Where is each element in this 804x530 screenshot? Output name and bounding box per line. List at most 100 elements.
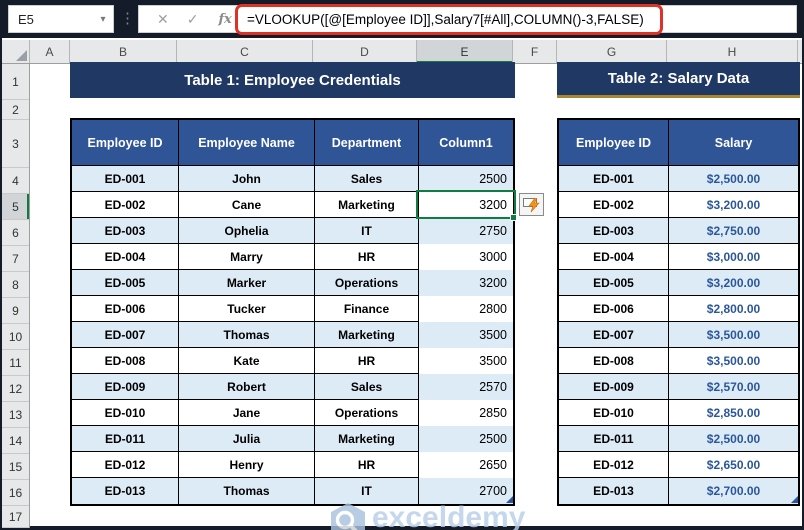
row-header-5[interactable]: 5 — [2, 194, 29, 220]
table1-header-employee-id[interactable]: Employee ID — [72, 120, 179, 166]
row-header-10[interactable]: 10 — [2, 324, 29, 350]
cell-H14[interactable]: $2,500.00 — [669, 426, 798, 452]
fill-handle[interactable] — [510, 214, 517, 221]
cell-H16[interactable]: $2,700.00 — [669, 478, 798, 504]
column-header-E[interactable]: E — [417, 40, 513, 63]
cell-H5[interactable]: $3,200.00 — [669, 192, 798, 218]
column-header-H[interactable]: H — [667, 40, 798, 63]
formula-bar[interactable]: ✕ ✓ fx =VLOOKUP([@[Employee ID]],Salary7… — [138, 4, 797, 35]
cell-B5[interactable]: ED-002 — [72, 192, 179, 218]
cell-H10[interactable]: $3,500.00 — [669, 322, 798, 348]
cell-B7[interactable]: ED-004 — [72, 244, 179, 270]
cell-C16[interactable]: Thomas — [179, 478, 315, 504]
cell-B12[interactable]: ED-009 — [72, 374, 179, 400]
cell-H7[interactable]: $3,000.00 — [669, 244, 798, 270]
cell-D4[interactable]: Sales — [315, 166, 419, 192]
cell-H9[interactable]: $2,800.00 — [669, 296, 798, 322]
table1-header-employee-name[interactable]: Employee Name — [179, 120, 315, 166]
cell-C13[interactable]: Jane — [179, 400, 315, 426]
cell-C11[interactable]: Kate — [179, 348, 315, 374]
cell-G11[interactable]: ED-008 — [559, 348, 669, 374]
cell-G13[interactable]: ED-010 — [559, 400, 669, 426]
formula-text[interactable]: =VLOOKUP([@[Employee ID]],Salary7[#All],… — [247, 12, 644, 27]
insert-function-icon[interactable]: fx — [218, 12, 231, 27]
cell-G8[interactable]: ED-005 — [559, 270, 669, 296]
select-all-corner[interactable] — [2, 40, 30, 63]
cell-G4[interactable]: ED-001 — [559, 166, 669, 192]
row-header-16[interactable]: 16 — [2, 480, 29, 506]
cancel-icon[interactable]: ✕ — [157, 11, 169, 28]
selected-cell-outline[interactable] — [416, 190, 516, 219]
cell-D8[interactable]: Operations — [315, 270, 419, 296]
cell-D5[interactable]: Marketing — [315, 192, 419, 218]
cell-D13[interactable]: Operations — [315, 400, 419, 426]
cell-B14[interactable]: ED-011 — [72, 426, 179, 452]
cell-D11[interactable]: HR — [315, 348, 419, 374]
cell-B11[interactable]: ED-008 — [72, 348, 179, 374]
cell-G9[interactable]: ED-006 — [559, 296, 669, 322]
cell-E14[interactable]: 2500 — [419, 426, 513, 452]
cell-E15[interactable]: 2650 — [419, 452, 513, 478]
column-header-C[interactable]: C — [177, 40, 313, 63]
row-header-12[interactable]: 12 — [2, 376, 29, 402]
table2-header-salary[interactable]: Salary — [669, 120, 798, 166]
name-box-value[interactable]: E5 — [9, 12, 93, 27]
row-header-3[interactable]: 3 — [2, 120, 29, 168]
row-header-1[interactable]: 1 — [2, 64, 29, 100]
table2-header-employee-id[interactable]: Employee ID — [559, 120, 669, 166]
cell-E9[interactable]: 2800 — [419, 296, 513, 322]
cell-H4[interactable]: $2,500.00 — [669, 166, 798, 192]
row-header-6[interactable]: 6 — [2, 220, 29, 246]
name-box[interactable]: E5 ▾ — [8, 5, 114, 33]
cell-B16[interactable]: ED-013 — [72, 478, 179, 504]
table1-resize-handle[interactable] — [506, 496, 513, 503]
cell-B10[interactable]: ED-007 — [72, 322, 179, 348]
table1-header-department[interactable]: Department — [315, 120, 419, 166]
row-header-11[interactable]: 11 — [2, 350, 29, 376]
cell-D14[interactable]: Marketing — [315, 426, 419, 452]
name-box-dropdown-icon[interactable]: ▾ — [93, 14, 113, 25]
cell-G7[interactable]: ED-004 — [559, 244, 669, 270]
cell-B4[interactable]: ED-001 — [72, 166, 179, 192]
cell-G15[interactable]: ED-012 — [559, 452, 669, 478]
cell-H12[interactable]: $2,570.00 — [669, 374, 798, 400]
cell-E13[interactable]: 2850 — [419, 400, 513, 426]
cell-H13[interactable]: $2,850.00 — [669, 400, 798, 426]
cell-C6[interactable]: Ophelia — [179, 218, 315, 244]
row-header-13[interactable]: 13 — [2, 402, 29, 428]
row-header-9[interactable]: 9 — [2, 298, 29, 324]
row-header-4[interactable]: 4 — [2, 168, 29, 194]
cell-E6[interactable]: 2750 — [419, 218, 513, 244]
row-header-8[interactable]: 8 — [2, 272, 29, 298]
cell-H15[interactable]: $2,650.00 — [669, 452, 798, 478]
cell-C4[interactable]: John — [179, 166, 315, 192]
cell-B6[interactable]: ED-003 — [72, 218, 179, 244]
cell-D9[interactable]: Finance — [315, 296, 419, 322]
cell-C10[interactable]: Thomas — [179, 322, 315, 348]
cell-C12[interactable]: Robert — [179, 374, 315, 400]
table1-title-banner[interactable]: Table 1: Employee Credentials — [70, 62, 515, 98]
column-header-A[interactable]: A — [30, 40, 70, 63]
cell-B8[interactable]: ED-005 — [72, 270, 179, 296]
cell-B13[interactable]: ED-010 — [72, 400, 179, 426]
enter-icon[interactable]: ✓ — [187, 11, 199, 28]
column-header-D[interactable]: D — [313, 40, 417, 63]
cell-C9[interactable]: Tucker — [179, 296, 315, 322]
cell-D16[interactable]: IT — [315, 478, 419, 504]
column-header-F[interactable]: F — [513, 40, 557, 63]
cell-D10[interactable]: Marketing — [315, 322, 419, 348]
row-header-2[interactable]: 2 — [2, 100, 29, 120]
cell-C15[interactable]: Henry — [179, 452, 315, 478]
cell-G6[interactable]: ED-003 — [559, 218, 669, 244]
cell-E4[interactable]: 2500 — [419, 166, 513, 192]
cell-B15[interactable]: ED-012 — [72, 452, 179, 478]
cell-H11[interactable]: $3,500.00 — [669, 348, 798, 374]
table2-title-banner[interactable]: Table 2: Salary Data — [557, 62, 800, 98]
column-header-B[interactable]: B — [70, 40, 177, 63]
cell-D7[interactable]: HR — [315, 244, 419, 270]
cell-E12[interactable]: 2570 — [419, 374, 513, 400]
cell-D6[interactable]: IT — [315, 218, 419, 244]
cell-G16[interactable]: ED-013 — [559, 478, 669, 504]
cell-G10[interactable]: ED-007 — [559, 322, 669, 348]
cell-C5[interactable]: Cane — [179, 192, 315, 218]
